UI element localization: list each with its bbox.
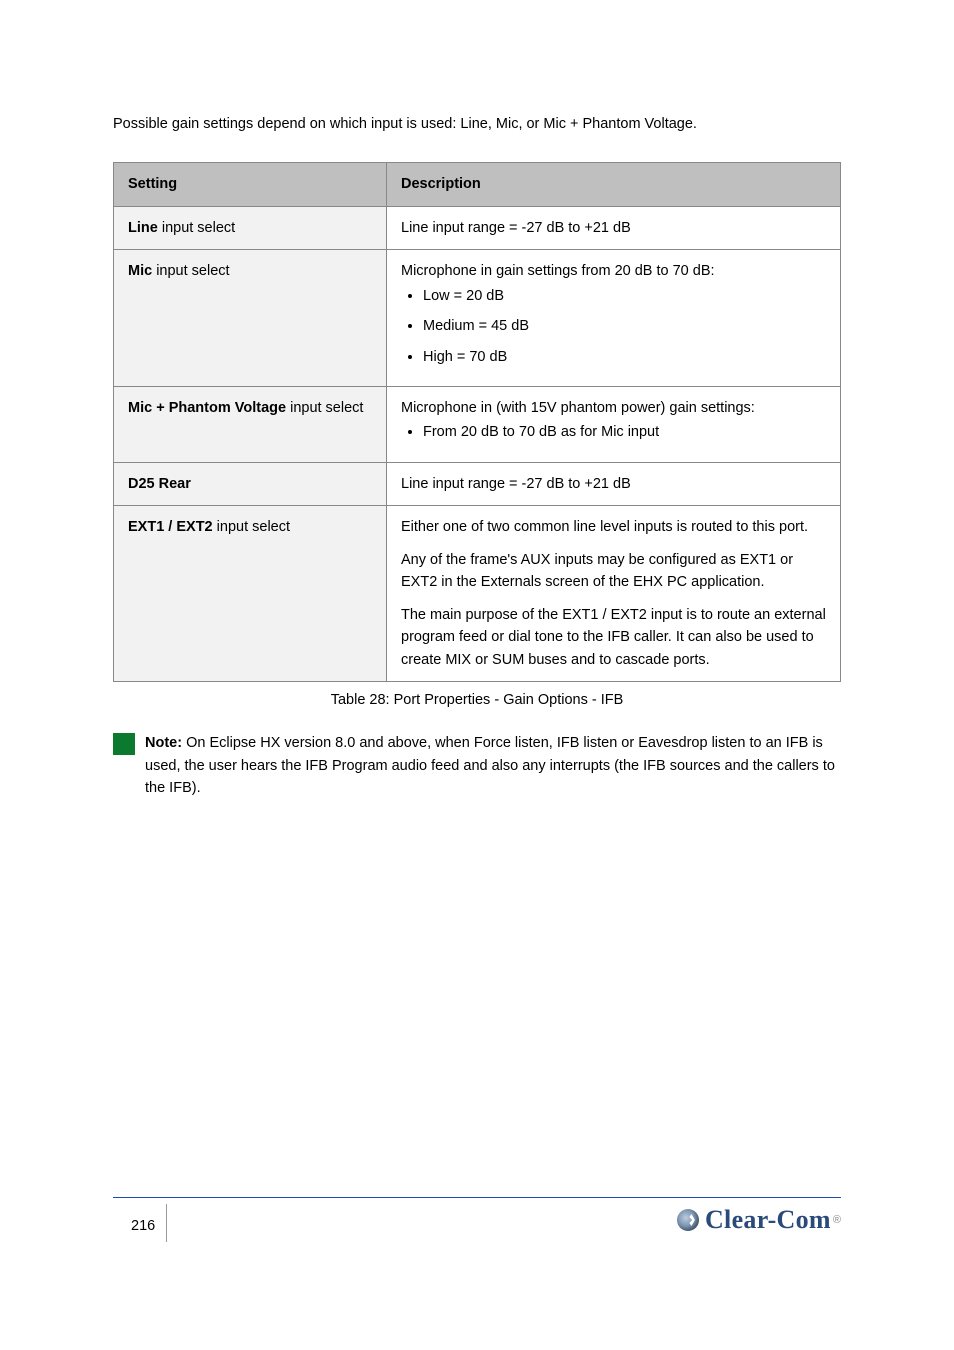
row-desc-bold: Microphone in (with 15V phantom power) (401, 400, 665, 416)
row-label-bold: Mic (128, 263, 152, 279)
row-desc-rest: range = -27 dB to +21 dB (464, 220, 631, 236)
list-item: High = 70 dB (423, 346, 826, 368)
row-desc-rest: gain settings from 20 dB to 70 dB: (492, 263, 714, 279)
table-row: EXT1 / EXT2 input select Either one of t… (114, 506, 841, 682)
row-desc-rest: range = -27 dB to +21 dB (464, 476, 631, 492)
list-item: From 20 dB to 70 dB as for Mic input (423, 421, 826, 443)
p3-bold-a: EXT1 / EXT2 (562, 607, 647, 623)
row-desc-bold: Microphone in (401, 263, 492, 279)
p3-mid: input is to route an (647, 607, 774, 623)
table-caption: Table 28: Port Properties - Gain Options… (113, 692, 841, 708)
th-description: Description (387, 163, 841, 206)
table-row: Mic input select Microphone in gain sett… (114, 250, 841, 387)
list-item: Low = 20 dB (423, 285, 826, 307)
row-label-rest: input select (158, 220, 235, 236)
p2-bold: Externals (481, 574, 541, 590)
p3-pre: The main purpose of the (401, 607, 562, 623)
p2-after: screen of the EHX PC application. (541, 574, 764, 590)
note-label: Note: (145, 735, 182, 751)
list-item: Medium = 45 dB (423, 315, 826, 337)
row-desc-p1: Either one of two common line level inpu… (401, 516, 826, 538)
note-block: Note: On Eclipse HX version 8.0 and abov… (113, 732, 841, 799)
row-label-rest: input select (213, 519, 290, 535)
table-row: Mic + Phantom Voltage input select Micro… (114, 387, 841, 463)
row-label-bold: Mic + Phantom Voltage (128, 400, 286, 416)
row-desc-p2: Any of the frame's AUX inputs may be con… (401, 549, 826, 594)
th-setting: Setting (114, 163, 387, 206)
note-text: On Eclipse HX version 8.0 and above, whe… (145, 735, 835, 796)
row-label-rest: input select (286, 400, 363, 416)
table-row: D25 Rear Line input range = -27 dB to +2… (114, 462, 841, 505)
brand-icon (677, 1209, 699, 1231)
brand-logo: Clear-Com® (677, 1205, 841, 1235)
brand-name: Clear-Com (705, 1205, 831, 1235)
row-label-bold: Line (128, 220, 158, 236)
footer-separator (166, 1204, 167, 1242)
row-label-bold: EXT1 / EXT2 (128, 519, 213, 535)
footer-rule (113, 1197, 841, 1198)
row-label-rest: input select (152, 263, 229, 279)
registered-mark: ® (833, 1214, 841, 1226)
row-desc-p3: The main purpose of the EXT1 / EXT2 inpu… (401, 604, 826, 671)
page-number: 216 (131, 1218, 155, 1234)
row-desc-rest: gain settings: (665, 400, 754, 416)
table-row: Line input select Line input range = -27… (114, 206, 841, 249)
gain-options-table: Setting Description Line input select Li… (113, 162, 841, 682)
intro-text: Possible gain settings depend on which i… (113, 0, 841, 136)
row-desc-bold: Line input (401, 476, 464, 492)
row-label-bold: D25 Rear (128, 476, 191, 492)
row-desc-bold: Line input (401, 220, 464, 236)
note-icon (113, 733, 135, 755)
